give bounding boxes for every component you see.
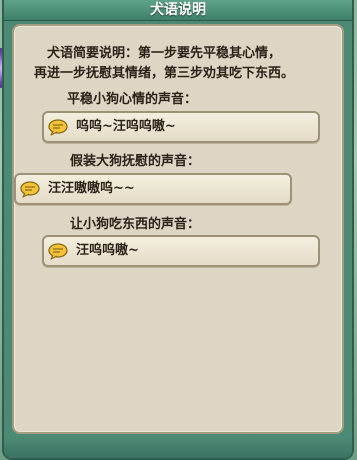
intro-line-1: 犬语简要说明：第一步要先平稳其心情，: [47, 46, 282, 61]
title-bar[interactable]: 犬语说明: [4, 0, 352, 21]
dialog-title: 犬语说明: [150, 2, 206, 18]
speech-bubble-icon: [20, 181, 40, 198]
section-label-calm: 平稳小狗心情的声音：: [67, 92, 198, 107]
speech-bubble-icon: [48, 243, 68, 260]
intro-line-2: 再进一步抚慰其情绪，第三步劝其吃下东西。: [34, 66, 295, 81]
option-label: 呜呜~汪呜呜嗷~: [76, 119, 176, 134]
intro-text: 犬语简要说明：第一步要先平稳其心情， 再进一步抚慰其情绪，第三步劝其吃下东西。: [34, 44, 334, 84]
option-label: 汪汪嗷嗷呜~~: [48, 181, 135, 196]
option-feed-puppy[interactable]: 汪呜呜嗷~: [42, 235, 320, 267]
dog-language-dialog: 犬语说明 犬语简要说明：第一步要先平稳其心情， 再进一步抚慰其情绪，第三步劝其吃…: [2, 0, 354, 460]
option-calm-puppy[interactable]: 呜呜~汪呜呜嗷~: [42, 111, 320, 143]
content-panel: 犬语简要说明：第一步要先平稳其心情， 再进一步抚慰其情绪，第三步劝其吃下东西。 …: [12, 24, 344, 434]
option-label: 汪呜呜嗷~: [76, 243, 139, 258]
option-comfort-dog[interactable]: 汪汪嗷嗷呜~~: [14, 173, 292, 205]
speech-bubble-icon: [48, 119, 68, 136]
dialog-bottom-frame: [4, 438, 352, 458]
section-label-comfort: 假装大狗抚慰的声音：: [70, 154, 201, 169]
section-label-feed: 让小狗吃东西的声音：: [70, 217, 201, 232]
